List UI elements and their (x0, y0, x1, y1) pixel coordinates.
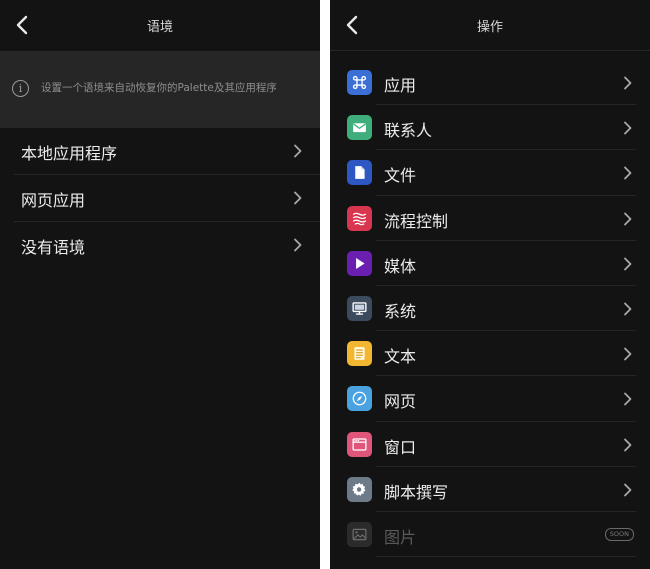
action-item-label: 网页 (384, 392, 417, 412)
window-icon (347, 431, 372, 457)
chevron-right-icon (624, 347, 632, 361)
navigation-bar: 操作 (330, 0, 650, 51)
navigation-bar: 语境 (0, 0, 320, 50)
chevron-right-icon (624, 438, 632, 451)
command-icon (347, 70, 372, 95)
image-icon (347, 521, 372, 547)
action-item-flow-control[interactable]: 流程控制 (330, 196, 650, 241)
action-item-label: 文件 (384, 166, 417, 186)
flow-icon (347, 205, 372, 231)
chevron-right-icon (624, 212, 632, 225)
actions-list: 应用 联系人 文件 流程控制 媒体 系统 文本 网页 窗口 脚本撰写 图片 SO… (330, 60, 650, 558)
monitor-icon (347, 295, 372, 321)
context-panel: 语境 i 设置一个语境来自动恢复你的Palette及其应用程序 本地应用程序 网… (0, 0, 320, 569)
chevron-right-icon (624, 121, 632, 135)
action-item-window[interactable]: 窗口 (330, 422, 650, 467)
action-item-label: 流程控制 (384, 211, 449, 231)
list-item-no-context[interactable]: 没有语境 (14, 222, 320, 268)
action-item-images: 图片 SOON (330, 512, 650, 558)
page-title: 语境 (146, 20, 173, 35)
info-banner: i 设置一个语境来自动恢复你的Palette及其应用程序 (0, 51, 320, 128)
chevron-right-icon (294, 238, 302, 252)
action-item-files[interactable]: 文件 (330, 150, 650, 196)
action-item-media[interactable]: 媒体 (330, 241, 650, 287)
chevron-right-icon (624, 483, 632, 497)
list-item-label: 本地应用程序 (21, 144, 118, 163)
action-item-system[interactable]: 系统 (330, 286, 650, 332)
gear-icon (347, 476, 372, 502)
chevron-right-icon (624, 392, 632, 406)
chevron-right-icon (624, 76, 632, 90)
chevron-right-icon (624, 166, 632, 180)
action-item-scripting[interactable]: 脚本撰写 (330, 467, 650, 513)
actions-panel: 操作 应用 联系人 文件 流程控制 媒体 系统 文本 网页 窗口 脚本撰写 图片… (330, 0, 650, 569)
compass-icon (347, 386, 372, 412)
action-item-label: 应用 (384, 76, 417, 95)
list-item-label: 没有语境 (21, 238, 86, 257)
context-list: 本地应用程序 网页应用 没有语境 (0, 128, 320, 268)
file-icon (347, 160, 372, 186)
page-title: 操作 (476, 20, 503, 35)
list-item-local-apps[interactable]: 本地应用程序 (14, 128, 320, 175)
action-item-web[interactable]: 网页 (330, 376, 650, 422)
action-item-text[interactable]: 文本 (330, 331, 650, 377)
list-item-web-apps[interactable]: 网页应用 (14, 175, 320, 222)
mail-icon (347, 115, 372, 141)
action-item-label: 媒体 (384, 256, 417, 276)
action-item-label: 窗口 (384, 437, 417, 457)
chevron-right-icon (624, 257, 632, 271)
action-item-label: 图片 (384, 527, 417, 547)
chevron-right-icon (294, 144, 302, 158)
document-icon (347, 341, 372, 367)
action-item-contacts[interactable]: 联系人 (330, 105, 650, 151)
play-icon (347, 250, 372, 276)
action-item-label: 文本 (384, 347, 417, 367)
coming-soon-badge: SOON (604, 527, 634, 541)
action-item-label: 系统 (384, 301, 417, 321)
info-text: 设置一个语境来自动恢复你的Palette及其应用程序 (41, 82, 277, 94)
chevron-right-icon (624, 302, 632, 316)
info-icon: i (12, 80, 29, 97)
action-item-label: 联系人 (384, 121, 433, 141)
action-item-label: 脚本撰写 (384, 482, 449, 502)
action-item-apps[interactable]: 应用 (330, 60, 650, 106)
list-item-label: 网页应用 (21, 191, 86, 210)
chevron-right-icon (294, 191, 302, 205)
